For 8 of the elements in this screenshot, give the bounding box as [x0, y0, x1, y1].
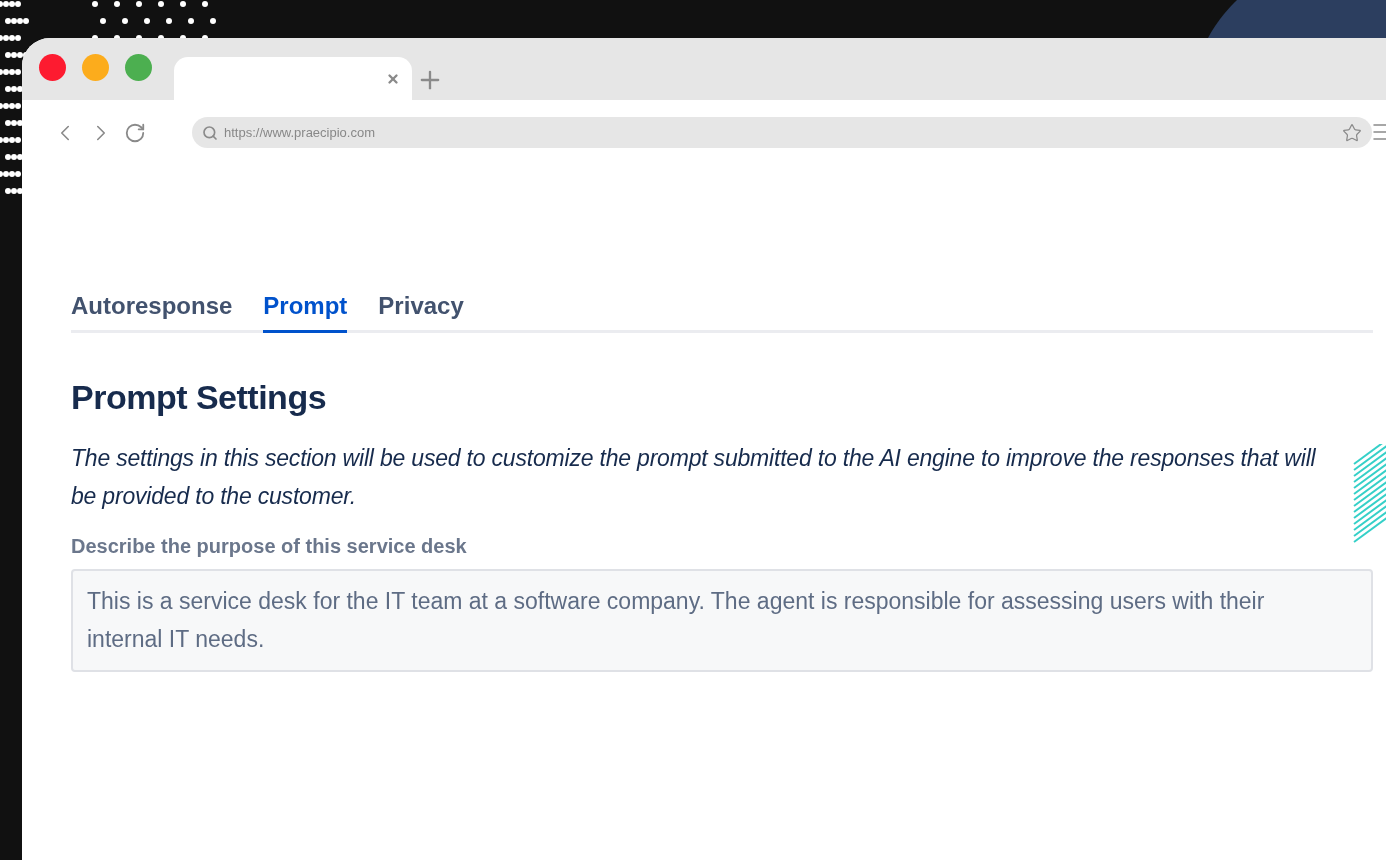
section-heading: Prompt Settings	[71, 378, 328, 417]
settings-tab[interactable]: Autoresponse	[71, 292, 233, 333]
purpose-field[interactable]: This is a service desk for the IT team at a software company. The agent is responsible for assessing users with their internal IT needs.	[71, 569, 1373, 672]
section-description: The settings in this section will be used to customize the prompt submitted to the AI engine to improve the responses that will be provided to the customer.	[71, 444, 1317, 511]
settings-tab[interactable]: Prompt	[263, 292, 348, 333]
url-text: https://www.praecipio.com	[224, 125, 376, 140]
field-label: Describe the purpose of this service desk	[71, 535, 468, 558]
settings-tab[interactable]: Privacy	[378, 292, 464, 333]
